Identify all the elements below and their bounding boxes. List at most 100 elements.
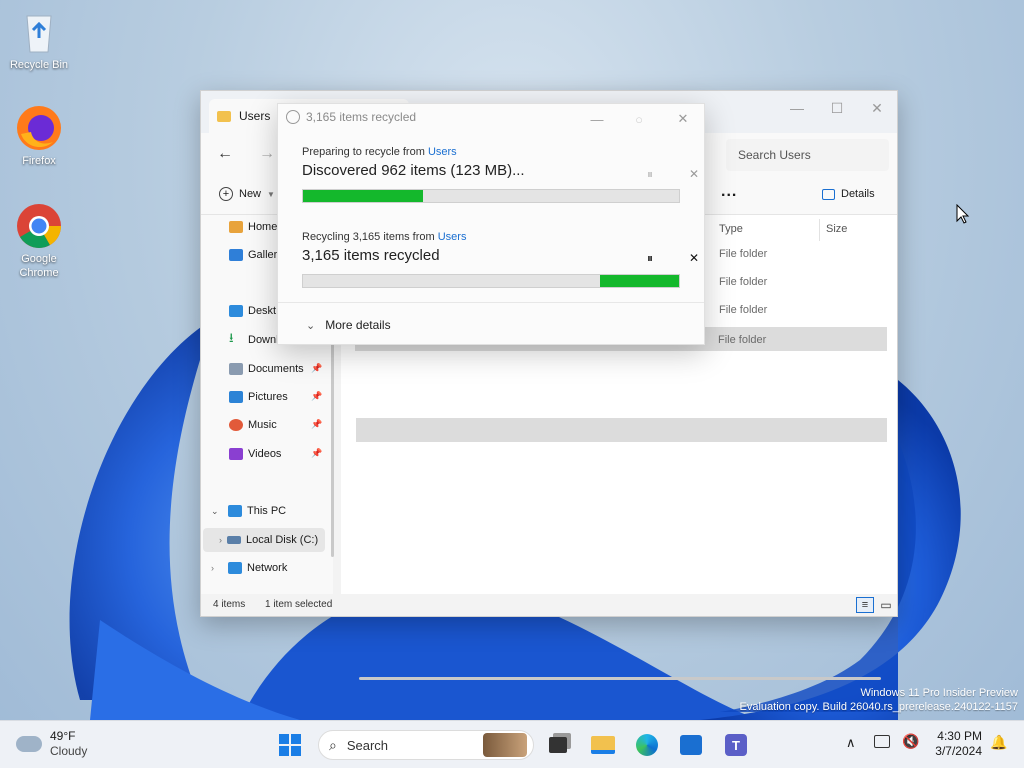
notifications-icon[interactable]: 🔔: [990, 734, 1007, 751]
column-header-type[interactable]: Type: [719, 223, 743, 235]
firefox-icon: [15, 104, 63, 152]
edge-icon: [636, 734, 658, 756]
chevron-down-icon: ⌄: [306, 319, 316, 332]
operation-preparing: Preparing to recycle from Users Discover…: [302, 146, 699, 203]
close-button[interactable]: ✕: [668, 108, 698, 130]
pictures-icon: [229, 391, 243, 403]
back-arrow-icon[interactable]: ←: [217, 145, 233, 163]
evaluation-watermark: Windows 11 Pro Insider Preview Evaluatio…: [740, 686, 1018, 714]
start-button[interactable]: [274, 729, 306, 761]
cloud-icon: [16, 736, 42, 752]
operation-prefix: Preparing to recycle from: [302, 146, 428, 158]
watermark-line: Evaluation copy. Build 26040.rs_prerelea…: [739, 701, 1018, 713]
disk-icon: [227, 536, 241, 544]
recycle-bin-icon: [15, 8, 63, 56]
tiles-view-icon[interactable]: ▭: [878, 597, 894, 613]
operation-status: 3,165 items recycled: [302, 247, 440, 264]
desktop-icon-recycle-bin[interactable]: Recycle Bin: [0, 8, 78, 72]
taskbar-search[interactable]: ⌕ Search: [318, 730, 534, 760]
pin-icon: 📌: [311, 448, 323, 458]
clock-time: 4:30 PM: [937, 729, 982, 743]
task-view-icon: [549, 737, 567, 753]
chevron-up-icon[interactable]: ∧: [846, 735, 856, 751]
weather-desc: Cloudy: [50, 744, 88, 758]
more-details-label: More details: [325, 318, 391, 332]
source-link[interactable]: Users: [438, 231, 467, 243]
minimize-button[interactable]: —: [582, 108, 612, 130]
new-button[interactable]: + New ▼: [219, 187, 275, 201]
selected-row-type: File folder: [718, 334, 767, 346]
forward-arrow-icon[interactable]: →: [259, 145, 275, 163]
search-label: Search: [346, 737, 389, 753]
tab-label: Users: [239, 109, 271, 123]
clock-icon: [286, 110, 300, 124]
row-type: File folder: [719, 248, 768, 260]
search-highlight-image: [483, 733, 527, 757]
edge-taskbar-button[interactable]: [631, 729, 663, 761]
cancel-button[interactable]: ✕: [684, 164, 704, 184]
nav-item-local-disk[interactable]: › Local Disk (C:): [203, 528, 325, 552]
divider: [278, 302, 704, 303]
documents-icon: [229, 363, 243, 375]
nav-item-music[interactable]: Music: [229, 413, 277, 437]
more-options-button[interactable]: ...: [721, 183, 737, 201]
column-header-size[interactable]: Size: [826, 223, 847, 235]
source-link[interactable]: Users: [428, 146, 457, 158]
search-input[interactable]: Search Users: [726, 139, 889, 171]
operation-subtitle: Recycling 3,165 items from Users: [302, 231, 682, 243]
minimize-button[interactable]: —: [777, 95, 817, 121]
new-label: New: [239, 188, 262, 200]
nav-item-documents[interactable]: Documents: [229, 357, 304, 381]
nav-item-pictures[interactable]: Pictures: [229, 385, 288, 409]
maximize-button[interactable]: ☐: [817, 95, 857, 121]
nav-label: This PC: [247, 505, 287, 517]
pause-button[interactable]: ⏸: [640, 164, 660, 184]
file-explorer-taskbar-button[interactable]: [587, 729, 619, 761]
item-count: 4 items: [213, 599, 246, 610]
more-details-button[interactable]: ⌄ More details: [306, 318, 391, 332]
nav-item-videos[interactable]: Videos: [229, 442, 281, 466]
nav-item-network[interactable]: › Network: [211, 556, 287, 580]
horizontal-scrollbar[interactable]: [359, 677, 881, 680]
recycle-progress-dialog: 3,165 items recycled — ○ ✕ Preparing to …: [277, 103, 705, 345]
details-pane-button[interactable]: Details: [822, 188, 875, 200]
pin-icon: 📌: [311, 363, 323, 373]
weather-temp: 49°F: [50, 729, 76, 743]
volume-muted-icon[interactable]: 🔇: [902, 733, 919, 750]
cancel-button[interactable]: ✕: [684, 248, 704, 268]
windows-logo-icon: [279, 734, 301, 756]
network-icon[interactable]: [874, 735, 890, 748]
nav-label: Deskt: [248, 305, 277, 317]
close-button[interactable]: ✕: [857, 95, 897, 121]
nav-item-this-pc[interactable]: ⌄ This PC: [211, 499, 286, 523]
pause-button[interactable]: ⏸: [640, 248, 660, 268]
progress-fill: [303, 190, 424, 202]
system-clock[interactable]: 4:30 PM 3/7/2024: [932, 729, 982, 759]
task-view-button[interactable]: [542, 729, 574, 761]
desktop-icon-firefox[interactable]: Firefox: [0, 104, 78, 168]
desktop-icon-label: Firefox: [22, 155, 56, 167]
nav-label: Network: [247, 562, 288, 574]
network-icon: [228, 562, 242, 574]
details-view-icon[interactable]: ≡: [856, 597, 874, 613]
nav-item-gallery[interactable]: Galler: [229, 243, 277, 267]
desktop-icon: [229, 305, 243, 317]
teams-taskbar-button[interactable]: T: [720, 729, 752, 761]
operation-prefix: Recycling 3,165 items from: [302, 231, 438, 243]
row-type: File folder: [719, 304, 768, 316]
progress-bar: [302, 274, 680, 288]
nav-label: Home: [248, 221, 278, 233]
chevron-down-icon: ▼: [267, 189, 275, 199]
teams-icon: T: [725, 734, 747, 756]
weather-widget[interactable]: 49°F Cloudy: [16, 729, 87, 759]
store-taskbar-button[interactable]: [675, 729, 707, 761]
watermark-line: Windows 11 Pro Insider Preview: [860, 687, 1018, 699]
nav-label: Pictures: [248, 391, 288, 403]
desktop-icon-google-chrome[interactable]: Google Chrome: [0, 202, 78, 280]
nav-item-desktop[interactable]: Deskt: [229, 299, 276, 323]
table-row-selected[interactable]: [356, 418, 887, 442]
folder-icon: [591, 736, 615, 754]
operation-recycling: Recycling 3,165 items from Users 3,165 i…: [302, 231, 699, 288]
nav-item-home[interactable]: Home: [229, 215, 277, 239]
nav-label: Local Disk (C:): [246, 534, 319, 546]
